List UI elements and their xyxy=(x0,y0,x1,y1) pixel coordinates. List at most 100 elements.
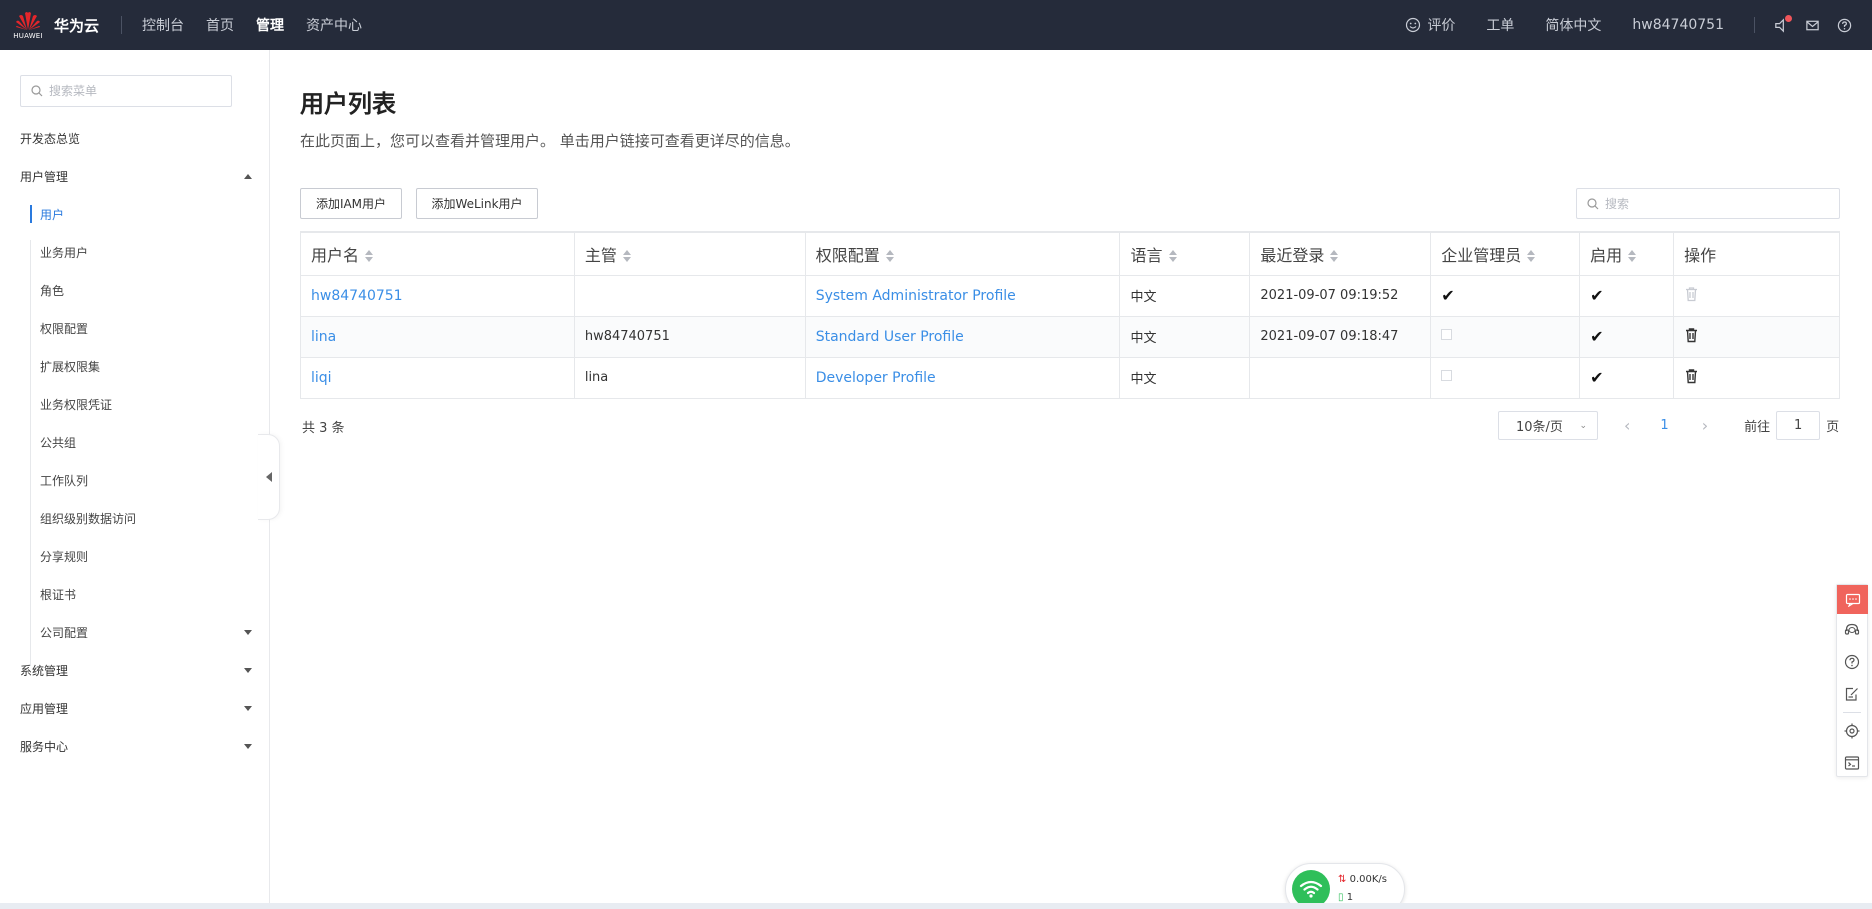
mail-button[interactable] xyxy=(1805,18,1820,33)
checkmark-icon: ✔ xyxy=(1441,286,1455,305)
total-count: 共 3 条 xyxy=(302,421,345,436)
profile-link[interactable]: Developer Profile xyxy=(816,370,936,386)
column-header-manager[interactable]: 主管 xyxy=(573,231,806,276)
faq-button[interactable] xyxy=(1837,646,1867,678)
next-page-button[interactable]: › xyxy=(1702,416,1708,435)
sidebar-item-root-certificates[interactable]: 根证书 xyxy=(0,575,270,613)
sidebar-item-service-center[interactable]: 服务中心 xyxy=(0,727,270,765)
search-icon xyxy=(31,85,43,97)
huawei-logo[interactable]: HUAWEI 华为云 xyxy=(0,0,99,50)
notification-button[interactable] xyxy=(1773,14,1792,33)
chevron-down-icon xyxy=(244,629,252,635)
sort-icon[interactable] xyxy=(1330,250,1339,263)
customer-service-button[interactable] xyxy=(1837,614,1867,646)
trash-icon[interactable] xyxy=(1684,368,1699,384)
user-link[interactable]: liqi xyxy=(311,370,332,386)
huawei-flower-icon xyxy=(16,11,40,30)
column-header-profile[interactable]: 权限配置 xyxy=(804,231,1121,276)
transfer-arrows-icon: ⇅ xyxy=(1338,874,1347,885)
sidebar-item-label: 用户 xyxy=(40,207,65,222)
chevron-up-icon xyxy=(244,173,252,179)
sidebar-item-label: 应用管理 xyxy=(20,701,69,716)
chat-button[interactable] xyxy=(1837,585,1868,614)
sidebar-item-public-groups[interactable]: 公共组 xyxy=(0,423,270,461)
notification-badge xyxy=(1785,14,1792,22)
sort-icon[interactable] xyxy=(622,250,631,263)
user-search-input[interactable] xyxy=(1605,196,1825,211)
sort-icon[interactable] xyxy=(1168,250,1177,263)
sidebar-item-label: 工作队列 xyxy=(40,473,89,488)
network-speed: 0.00K/s xyxy=(1349,874,1387,885)
page-size-select[interactable]: 10条/页 ⌄ xyxy=(1498,411,1598,440)
menu-search-box[interactable] xyxy=(20,75,232,107)
cell-profile: Developer Profile xyxy=(804,356,1121,399)
feedback-button[interactable] xyxy=(1837,678,1867,710)
rating-link[interactable]: 评价 xyxy=(1405,15,1455,35)
nav-console[interactable]: 控制台 xyxy=(142,15,184,35)
sidebar-item-system-management[interactable]: 系统管理 xyxy=(0,651,270,689)
chevron-down-icon xyxy=(244,667,252,673)
page-number-current[interactable]: 1 xyxy=(1660,418,1668,433)
language-switcher[interactable]: 简体中文 xyxy=(1545,15,1601,35)
sidebar-item-business-users[interactable]: 业务用户 xyxy=(0,233,270,271)
page-size-value: 10条/页 xyxy=(1516,420,1563,435)
column-header-actions: 操作 xyxy=(1673,231,1840,276)
trash-icon-disabled xyxy=(1686,286,1698,301)
column-header-label: 主管 xyxy=(584,245,617,265)
toolbar-divider xyxy=(1843,712,1861,713)
checkmark-icon: ✔ xyxy=(1590,368,1604,387)
column-header-language[interactable]: 语言 xyxy=(1119,231,1251,276)
menu-search-input[interactable] xyxy=(49,84,219,98)
column-header-last-login[interactable]: 最近登录 xyxy=(1249,231,1432,276)
help-button[interactable] xyxy=(1837,18,1852,33)
sidebar-item-extended-permission-sets[interactable]: 扩展权限集 xyxy=(0,347,270,385)
profile-link[interactable]: Standard User Profile xyxy=(816,329,964,345)
sidebar-item-dev-overview[interactable]: 开发态总览 xyxy=(0,119,270,157)
device-count: 1 xyxy=(1346,892,1354,903)
nav-manage[interactable]: 管理 xyxy=(256,15,284,35)
nav-asset-center[interactable]: 资产中心 xyxy=(306,15,362,35)
user-table: 用户名 主管 权限配置 语言 最近登录 企业管理员 启用 操作 hw847407… xyxy=(300,231,1840,399)
target-icon xyxy=(1844,723,1860,739)
sidebar-item-work-queues[interactable]: 工作队列 xyxy=(0,461,270,499)
sort-icon[interactable] xyxy=(365,250,374,263)
profile-link[interactable]: System Administrator Profile xyxy=(816,288,1016,304)
nav-home[interactable]: 首页 xyxy=(206,15,234,35)
user-link[interactable]: hw84740751 xyxy=(311,288,403,304)
sidebar-item-org-data-access[interactable]: 组织级别数据访问 xyxy=(0,499,270,537)
sidebar-item-user-management[interactable]: 用户管理 xyxy=(0,157,270,195)
column-header-enterprise-admin[interactable]: 企业管理员 xyxy=(1430,231,1581,276)
add-iam-user-button[interactable]: 添加IAM用户 xyxy=(300,188,402,219)
table-row: liqi lina Developer Profile 中文 ✔ xyxy=(300,356,1840,399)
top-bar: HUAWEI 华为云 控制台 首页 管理 资产中心 评价 工单 简体中文 hw8… xyxy=(0,0,1872,50)
cell-actions xyxy=(1673,274,1840,317)
help-icon xyxy=(1844,654,1860,670)
cell-last-login xyxy=(1249,356,1432,399)
ticket-link[interactable]: 工单 xyxy=(1486,15,1514,35)
sidebar-item-roles[interactable]: 角色 xyxy=(0,271,270,309)
column-header-enabled[interactable]: 启用 xyxy=(1579,231,1675,276)
sidebar-item-company-config[interactable]: 公司配置 xyxy=(0,613,270,651)
cell-enabled: ✔ xyxy=(1579,315,1675,358)
prev-page-button[interactable]: ‹ xyxy=(1624,416,1630,435)
sidebar-item-permission-profiles[interactable]: 权限配置 xyxy=(0,309,270,347)
sidebar-item-business-credentials[interactable]: 业务权限凭证 xyxy=(0,385,270,423)
add-welink-user-button[interactable]: 添加WeLink用户 xyxy=(416,188,538,219)
user-search-box[interactable] xyxy=(1576,188,1840,219)
sidebar-item-app-management[interactable]: 应用管理 xyxy=(0,689,270,727)
user-link[interactable]: lina xyxy=(311,329,336,345)
goto-page-input[interactable]: 1 xyxy=(1776,411,1821,440)
sidebar-item-label: 业务用户 xyxy=(40,245,89,260)
checkbox-unchecked xyxy=(1441,329,1453,340)
trash-icon[interactable] xyxy=(1684,327,1699,343)
sidebar-item-users[interactable]: 用户 xyxy=(0,195,270,233)
topbar-right-divider xyxy=(1754,17,1755,33)
user-menu[interactable]: hw84740751 xyxy=(1632,17,1724,33)
column-header-username[interactable]: 用户名 xyxy=(300,231,575,276)
sort-icon[interactable] xyxy=(1527,250,1536,263)
sort-icon[interactable] xyxy=(885,250,894,263)
sort-icon[interactable] xyxy=(1628,250,1637,263)
terminal-button[interactable] xyxy=(1837,747,1867,779)
sidebar-item-sharing-rules[interactable]: 分享规则 xyxy=(0,537,270,575)
locate-button[interactable] xyxy=(1837,715,1867,747)
